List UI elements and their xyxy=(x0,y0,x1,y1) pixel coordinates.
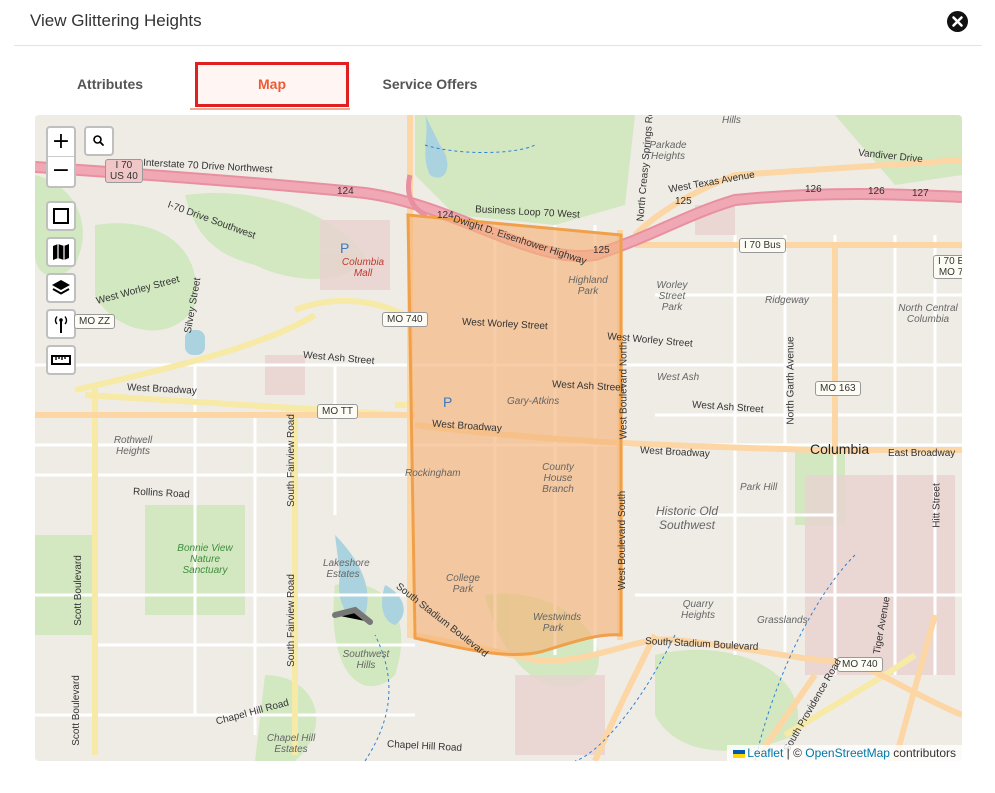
zoom-control: + − xyxy=(46,126,76,188)
place-label: Lakeshore Estates xyxy=(323,558,370,580)
antenna-button[interactable] xyxy=(46,309,76,339)
place-label: Ridgeway xyxy=(765,295,809,306)
dialog-header: View Glittering Heights xyxy=(0,0,995,46)
header-divider xyxy=(14,45,982,46)
place-label: Grasslands xyxy=(757,615,808,626)
road-label: West Boulevard South xyxy=(617,490,629,591)
map-icon xyxy=(53,244,69,260)
city-label: Columbia xyxy=(810,441,870,457)
draw-rectangle-button[interactable] xyxy=(46,201,76,231)
place-label: Bonnie View Nature Sanctuary xyxy=(177,543,233,576)
road-shield: I 70 Bus xyxy=(739,238,786,253)
place-label: Quarry Heights xyxy=(681,599,715,621)
openstreetmap-link[interactable]: OpenStreetMap xyxy=(805,746,890,760)
place-label: Hills xyxy=(722,115,741,126)
road-shield: I 70 US 40 xyxy=(105,159,143,183)
close-icon xyxy=(952,16,963,27)
road-shield: MO TT xyxy=(317,404,358,419)
attribution-suffix: contributors xyxy=(889,746,956,760)
ukraine-flag-icon xyxy=(733,749,746,758)
tab-bar: Attributes Map Service Offers xyxy=(0,60,995,110)
map-view[interactable]: P P + − I 70 US 40 MO 740 MO ZZ MO TT I … xyxy=(35,115,962,761)
layers-button[interactable] xyxy=(46,273,76,303)
road-ref: 125 xyxy=(593,245,610,256)
road-shield: MO 163 xyxy=(815,381,861,396)
tab-map[interactable]: Map xyxy=(195,62,349,107)
road-label: Scott Boulevard xyxy=(72,555,84,626)
basemap-button[interactable] xyxy=(46,237,76,267)
zoom-out-button[interactable]: − xyxy=(48,157,74,186)
active-tab-underline xyxy=(190,108,350,110)
place-label: Southwest Hills xyxy=(342,649,390,671)
tab-service-offers[interactable]: Service Offers xyxy=(355,62,505,107)
place-label: Columbia Mall xyxy=(341,257,385,279)
place-label: Parkade Heights xyxy=(649,140,687,162)
search-icon xyxy=(93,135,104,146)
road-ref: 127 xyxy=(912,188,929,199)
place-label: Park Hill xyxy=(740,482,778,493)
place-label: Rothwell Heights xyxy=(113,435,153,457)
ruler-icon xyxy=(51,355,71,365)
antenna-icon xyxy=(54,316,68,333)
road-label: West Boulevard North xyxy=(618,341,630,440)
road-ref: 124 xyxy=(337,186,354,197)
place-label: County House Branch xyxy=(542,462,574,495)
place-label: Historic Old Southwest xyxy=(655,504,718,532)
measure-button[interactable] xyxy=(46,345,76,375)
road-ref: 124 xyxy=(437,210,454,221)
place-label: Chapel Hill Estates xyxy=(266,733,316,755)
close-button[interactable] xyxy=(947,11,968,32)
square-icon xyxy=(53,208,69,224)
road-label: North Garth Avenue xyxy=(785,336,797,425)
place-label: Gary-Atkins xyxy=(507,396,560,407)
road-shield: MO 740 xyxy=(382,312,428,327)
road-ref: 126 xyxy=(805,184,822,195)
road-label: South Fairview Road xyxy=(285,574,297,667)
dialog-title: View Glittering Heights xyxy=(30,11,202,30)
place-label: Highland Park xyxy=(568,275,608,297)
map-attribution: Leaflet | © OpenStreetMap contributors xyxy=(727,745,962,761)
place-label: Rockingham xyxy=(405,468,461,479)
road-shield: MO 740 xyxy=(837,657,883,672)
road-shield: I 70 E MO 7 xyxy=(933,255,962,279)
road-label: East Broadway xyxy=(888,448,956,459)
place-label: Worley Street Park xyxy=(656,280,688,313)
road-shield: MO ZZ xyxy=(74,314,116,329)
road-ref: 126 xyxy=(868,186,885,197)
place-label: College Park xyxy=(446,573,480,595)
attribution-separator: | © xyxy=(783,746,806,760)
place-label: West Ash xyxy=(657,372,700,383)
svg-text:P: P xyxy=(340,240,349,256)
road-label: Scott Boulevard xyxy=(70,675,82,746)
layers-icon xyxy=(52,280,70,295)
place-label: North Central Columbia xyxy=(898,303,958,325)
svg-text:P: P xyxy=(443,394,452,410)
place-label: Westwinds Park xyxy=(533,612,582,634)
tab-attributes[interactable]: Attributes xyxy=(40,62,180,107)
road-ref: 125 xyxy=(675,196,692,207)
leaflet-link[interactable]: Leaflet xyxy=(747,746,783,760)
road-label: Hitt Street xyxy=(931,483,943,528)
zoom-in-button[interactable]: + xyxy=(48,128,74,157)
map-search-button[interactable] xyxy=(84,126,114,156)
road-label: South Fairview Road xyxy=(285,414,297,507)
